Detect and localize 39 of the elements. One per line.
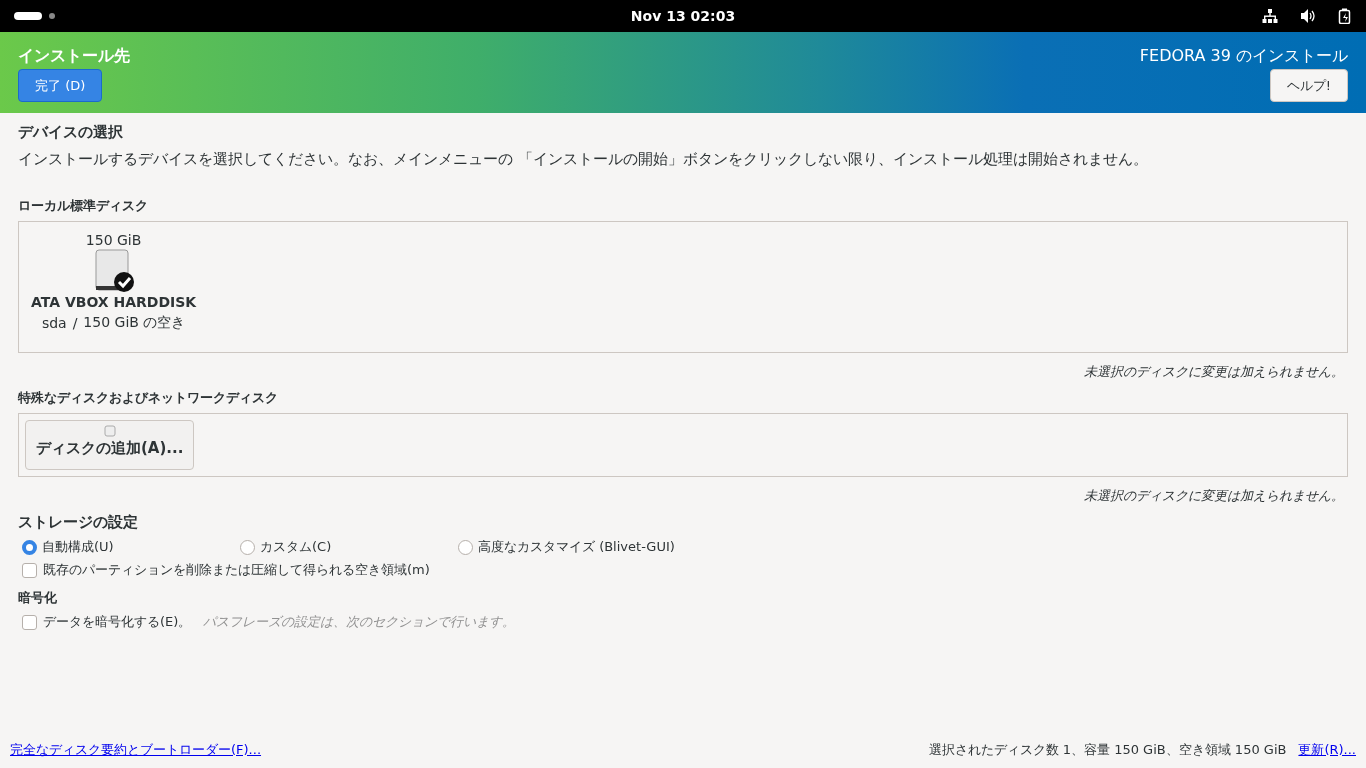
radio-option[interactable]: 自動構成(U)	[22, 538, 240, 556]
checkbox-label[interactable]: 既存のパーティションを削除または圧縮して得られる空き領域(m)	[43, 561, 430, 579]
page-title: インストール先	[18, 46, 130, 67]
hint-text: パスフレーズの設定は、次のセクションで行います。	[203, 613, 516, 631]
hard-disk-icon	[93, 248, 134, 294]
checkbox[interactable]	[22, 614, 37, 630]
section-heading: 暗号化	[18, 589, 58, 607]
battery-icon[interactable]	[1338, 8, 1352, 24]
product-title: FEDORA 39 のインストール	[1139, 46, 1348, 67]
network-icon[interactable]	[1262, 8, 1278, 24]
disk-size: 150 GiB	[85, 232, 142, 248]
section-heading: ローカル標準ディスク	[18, 197, 149, 215]
clock[interactable]: Nov 13 02:03	[630, 8, 736, 24]
radio-button[interactable]	[22, 539, 37, 555]
radio-option[interactable]: カスタム(C)	[240, 538, 458, 556]
radio-button[interactable]	[240, 539, 255, 555]
checkbox-label[interactable]: データを暗号化する(E)。	[43, 613, 192, 631]
radio-button[interactable]	[458, 539, 473, 555]
section-heading: デバイスの選択	[18, 123, 124, 142]
device-name: sda	[41, 315, 67, 331]
help-button[interactable]: ヘルプ!	[1269, 69, 1348, 102]
summary-link[interactable]: 完全なディスク要約とブートローダー(F)...	[10, 741, 262, 759]
radio-option[interactable]: 高度なカスタマイズ (Blivet-GUI)	[458, 538, 676, 556]
checkbox[interactable]	[22, 562, 37, 578]
add-disk-button[interactable]: ディスクの追加(A)...	[25, 420, 195, 470]
note: 未選択のディスクに変更は加えられません。	[1084, 363, 1344, 381]
free-space: 150 GiB の空き	[83, 314, 186, 332]
refresh-link[interactable]: 更新(R)...	[1298, 741, 1356, 759]
separator: /	[72, 315, 78, 331]
disk-name: ATA VBOX HARDDISK	[31, 294, 197, 310]
volume-icon[interactable]	[1300, 8, 1316, 24]
status-text: 選択されたディスク数 1、容量 150 GiB、空き領域 150 GiB	[928, 741, 1287, 759]
done-button[interactable]: 完了 (D)	[18, 69, 103, 102]
description: インストールするデバイスを選択してください。なお、メインメニューの 「インストールの開始」ボタンをクリックしない限り、インストール処理は開始されません。	[18, 150, 1149, 169]
activities-icon[interactable]	[14, 11, 58, 21]
section-heading: 特殊なディスクおよびネットワークディスク	[18, 389, 279, 407]
note: 未選択のディスクに変更は加えられません。	[1084, 487, 1344, 505]
section-heading: ストレージの設定	[18, 513, 139, 532]
disk-tile[interactable]: 150 GiB ATA VBOX HARDDISK sda / 150 GiB の空き	[19, 226, 209, 348]
